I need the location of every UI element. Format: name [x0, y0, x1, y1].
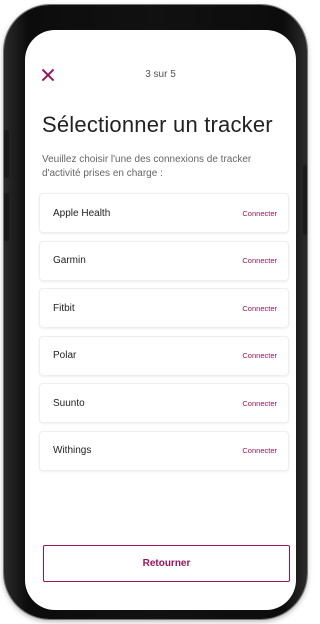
page-title: Sélectionner un tracker: [42, 112, 273, 137]
app-screen: 3 sur 5 Sélectionner un tracker Veuillez…: [25, 30, 296, 610]
step-indicator: 3 sur 5: [145, 69, 176, 80]
page-subtitle: Veuillez choisir l'une des connexions de…: [42, 154, 252, 179]
tracker-row-withings[interactable]: Withings Connecter: [40, 431, 288, 470]
top-bar: 3 sur 5: [25, 68, 296, 88]
tracker-row-fitbit[interactable]: Fitbit Connecter: [40, 289, 288, 327]
tracker-row-polar[interactable]: Polar Connecter: [40, 336, 288, 375]
connect-link[interactable]: Connecter: [242, 446, 277, 455]
connect-link[interactable]: Connecter: [242, 304, 277, 313]
tracker-row-garmin[interactable]: Garmin Connecter: [40, 241, 288, 280]
connect-link[interactable]: Connecter: [242, 351, 277, 360]
tracker-name: Apple Health: [53, 207, 111, 219]
connect-link[interactable]: Connecter: [242, 256, 277, 265]
connect-link[interactable]: Connecter: [242, 399, 277, 408]
volume-up-button: [4, 130, 9, 178]
tracker-name: Suunto: [53, 397, 85, 409]
tracker-name: Garmin: [53, 255, 86, 266]
tracker-list: Apple Health Connecter Garmin Connecter …: [40, 194, 288, 479]
volume-down-button: [4, 193, 9, 241]
power-button: [303, 165, 307, 235]
tracker-row-suunto[interactable]: Suunto Connecter: [40, 384, 288, 422]
connect-link[interactable]: Connecter: [242, 209, 277, 218]
tracker-name: Withings: [53, 445, 92, 456]
tracker-name: Fitbit: [53, 302, 75, 314]
phone-frame: 3 sur 5 Sélectionner un tracker Veuillez…: [4, 5, 307, 619]
back-button[interactable]: Retourner: [43, 545, 290, 582]
tracker-name: Polar: [53, 350, 77, 361]
tracker-row-apple-health[interactable]: Apple Health Connecter: [40, 194, 288, 232]
